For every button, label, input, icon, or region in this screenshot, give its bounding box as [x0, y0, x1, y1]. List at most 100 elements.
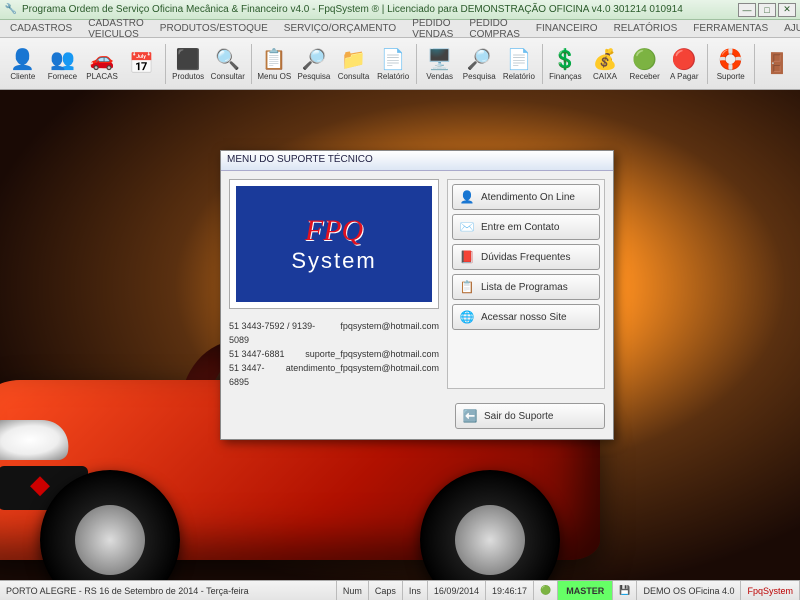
- toolbar-label: CAIXA: [593, 72, 617, 81]
- toolbar-label: Menu OS: [257, 72, 291, 81]
- toolbar-icon: 🚗: [88, 46, 116, 72]
- toolbar-menu os[interactable]: 📋Menu OS: [255, 41, 293, 87]
- menu-item-4[interactable]: PEDIDO VENDAS: [406, 16, 459, 42]
- toolbar-pesquisa[interactable]: 🔎Pesquisa: [460, 41, 498, 87]
- status-led-icon: 🟢: [534, 581, 558, 600]
- toolbar-label: PLACAS: [86, 72, 118, 81]
- contact-phone: 51 3447-6881: [229, 347, 285, 361]
- toolbar-icon: 🟢: [631, 46, 659, 72]
- toolbar-label: A Pagar: [670, 72, 698, 81]
- workspace-background: ◆ MENU DO SUPORTE TÉCNICO FPQ System 51 …: [0, 90, 800, 580]
- toolbar-label: Suporte: [717, 72, 745, 81]
- status-num: Num: [337, 581, 369, 600]
- status-brand: FpqSystem: [741, 581, 800, 600]
- support-button-panel: 👤 Atendimento On Line ✉️Entre em Contato 📕D…: [447, 179, 605, 389]
- contact-row: 51 3447-6881 suporte_fpqsystem@hotmail.co…: [229, 347, 439, 361]
- menu-item-9[interactable]: AJUDA: [778, 21, 800, 36]
- logo-text-system: System: [291, 248, 376, 274]
- toolbar-icon: 🔎: [300, 46, 328, 72]
- support-dialog: MENU DO SUPORTE TÉCNICO FPQ System 51 34…: [220, 150, 614, 440]
- toolbar-label: Consulta: [338, 72, 370, 81]
- toolbar-icon: 💲: [551, 46, 579, 72]
- toolbar-icon: 🔴: [670, 46, 698, 72]
- menu-item-5[interactable]: PEDIDO COMPRAS: [463, 16, 526, 42]
- menu-item-6[interactable]: FINANCEIRO: [530, 21, 604, 36]
- support-btn-label: Atendimento On Line: [481, 192, 575, 203]
- support-btn-icon: 📕: [459, 249, 475, 265]
- contact-phone: 51 3447-6895: [229, 361, 278, 389]
- menu-item-7[interactable]: RELATÓRIOS: [608, 21, 684, 36]
- support-btn-0[interactable]: 👤 Atendimento On Line: [452, 184, 600, 210]
- toolbar-label: Relatório: [503, 72, 535, 81]
- toolbar-icon: 🖥️: [426, 46, 454, 72]
- maximize-button[interactable]: □: [758, 3, 776, 17]
- toolbar-vendas[interactable]: 🖥️Vendas: [421, 41, 459, 87]
- toolbar-label: Relatório: [377, 72, 409, 81]
- toolbar-caixa[interactable]: 💰CAIXA: [586, 41, 624, 87]
- menu-item-0[interactable]: CADASTROS: [4, 21, 78, 36]
- status-date: 16/09/2014: [428, 581, 486, 600]
- contact-list: 51 3443-7592 / 9139-5089fpqsystem@hotmai…: [229, 319, 439, 389]
- support-btn-icon: 🌐: [459, 309, 475, 325]
- contact-row: 51 3443-7592 / 9139-5089fpqsystem@hotmai…: [229, 319, 439, 347]
- toolbar-icon: 🚪: [763, 51, 791, 77]
- logo-box: FPQ System: [229, 179, 439, 309]
- toolbar-placas[interactable]: 🚗PLACAS: [83, 41, 121, 87]
- toolbar-icon: 🛟: [717, 46, 745, 72]
- toolbar-icon: 📄: [505, 46, 533, 72]
- minimize-button[interactable]: —: [738, 3, 756, 17]
- toolbar-finanças[interactable]: 💲Finanças: [547, 41, 585, 87]
- toolbar-separator: [165, 44, 166, 84]
- toolbar-separator: [542, 44, 543, 84]
- status-ins: Ins: [403, 581, 428, 600]
- menu-item-2[interactable]: PRODUTOS/ESTOQUE: [154, 21, 274, 36]
- support-btn-icon: 📋: [459, 279, 475, 295]
- toolbar-suporte[interactable]: 🛟Suporte: [712, 41, 750, 87]
- toolbar-icon: 🔍: [214, 46, 242, 72]
- toolbar-btn3[interactable]: 📅: [123, 41, 161, 87]
- toolbar-btn18[interactable]: 🚪: [758, 41, 796, 87]
- contact-row: 51 3447-6895atendimento_fpqsystem@hotmai…: [229, 361, 439, 389]
- status-db: DEMO OS OFicina 4.0: [637, 581, 741, 600]
- menu-item-8[interactable]: FERRAMENTAS: [687, 21, 774, 36]
- toolbar-icon: 👤: [9, 46, 37, 72]
- support-btn-4[interactable]: 🌐 Acessar nosso Site: [452, 304, 600, 330]
- toolbar-icon: 💰: [591, 46, 619, 72]
- toolbar-produtos[interactable]: ⬛Produtos: [169, 41, 207, 87]
- toolbar-relatório[interactable]: 📄Relatório: [374, 41, 412, 87]
- app-icon: 🔧: [4, 3, 18, 17]
- support-btn-label: Lista de Programas: [481, 282, 568, 293]
- toolbar-consulta[interactable]: 📁Consulta: [335, 41, 373, 87]
- toolbar-cliente[interactable]: 👤Cliente: [4, 41, 42, 87]
- toolbar-fornece[interactable]: 👥Fornece: [44, 41, 82, 87]
- contact-phone: 51 3443-7592 / 9139-5089: [229, 319, 332, 347]
- logo-text-fpq: FPQ: [305, 214, 363, 248]
- support-btn-1[interactable]: ✉️Entre em Contato: [452, 214, 600, 240]
- support-btn-icon: 👤: [459, 189, 475, 205]
- support-btn-label: Acessar nosso Site: [481, 312, 567, 323]
- status-bar: PORTO ALEGRE - RS 16 de Setembro de 2014…: [0, 580, 800, 600]
- toolbar-icon: 👥: [48, 46, 76, 72]
- toolbar-consultar[interactable]: 🔍Consultar: [209, 41, 247, 87]
- window-title: Programa Ordem de Serviço Oficina Mecâni…: [22, 4, 683, 15]
- status-user: MASTER: [558, 581, 613, 600]
- toolbar-label: Vendas: [426, 72, 453, 81]
- close-button[interactable]: ✕: [778, 3, 796, 17]
- toolbar-icon: ⬛: [174, 46, 202, 72]
- menu-item-1[interactable]: CADASTRO VEICULOS: [82, 16, 150, 42]
- support-btn-label: Entre em Contato: [481, 222, 559, 233]
- support-btn-2[interactable]: 📕Dúvidas Frequentes: [452, 244, 600, 270]
- toolbar-pesquisa[interactable]: 🔎Pesquisa: [295, 41, 333, 87]
- toolbar-a pagar[interactable]: 🔴A Pagar: [665, 41, 703, 87]
- toolbar-receber[interactable]: 🟢Receber: [626, 41, 664, 87]
- toolbar-relatório[interactable]: 📄Relatório: [500, 41, 538, 87]
- exit-support-button[interactable]: ⬅️ Sair do Suporte: [455, 403, 605, 429]
- toolbar-separator: [707, 44, 708, 84]
- support-btn-3[interactable]: 📋 Lista de Programas: [452, 274, 600, 300]
- toolbar-icon: 📅: [128, 51, 156, 77]
- menu-item-3[interactable]: SERVIÇO/ORÇAMENTO: [278, 21, 402, 36]
- contact-email: suporte_fpqsystem@hotmail.com: [305, 347, 439, 361]
- dialog-title: MENU DO SUPORTE TÉCNICO: [221, 151, 613, 171]
- toolbar-label: Fornece: [48, 72, 77, 81]
- toolbar-label: Cliente: [10, 72, 35, 81]
